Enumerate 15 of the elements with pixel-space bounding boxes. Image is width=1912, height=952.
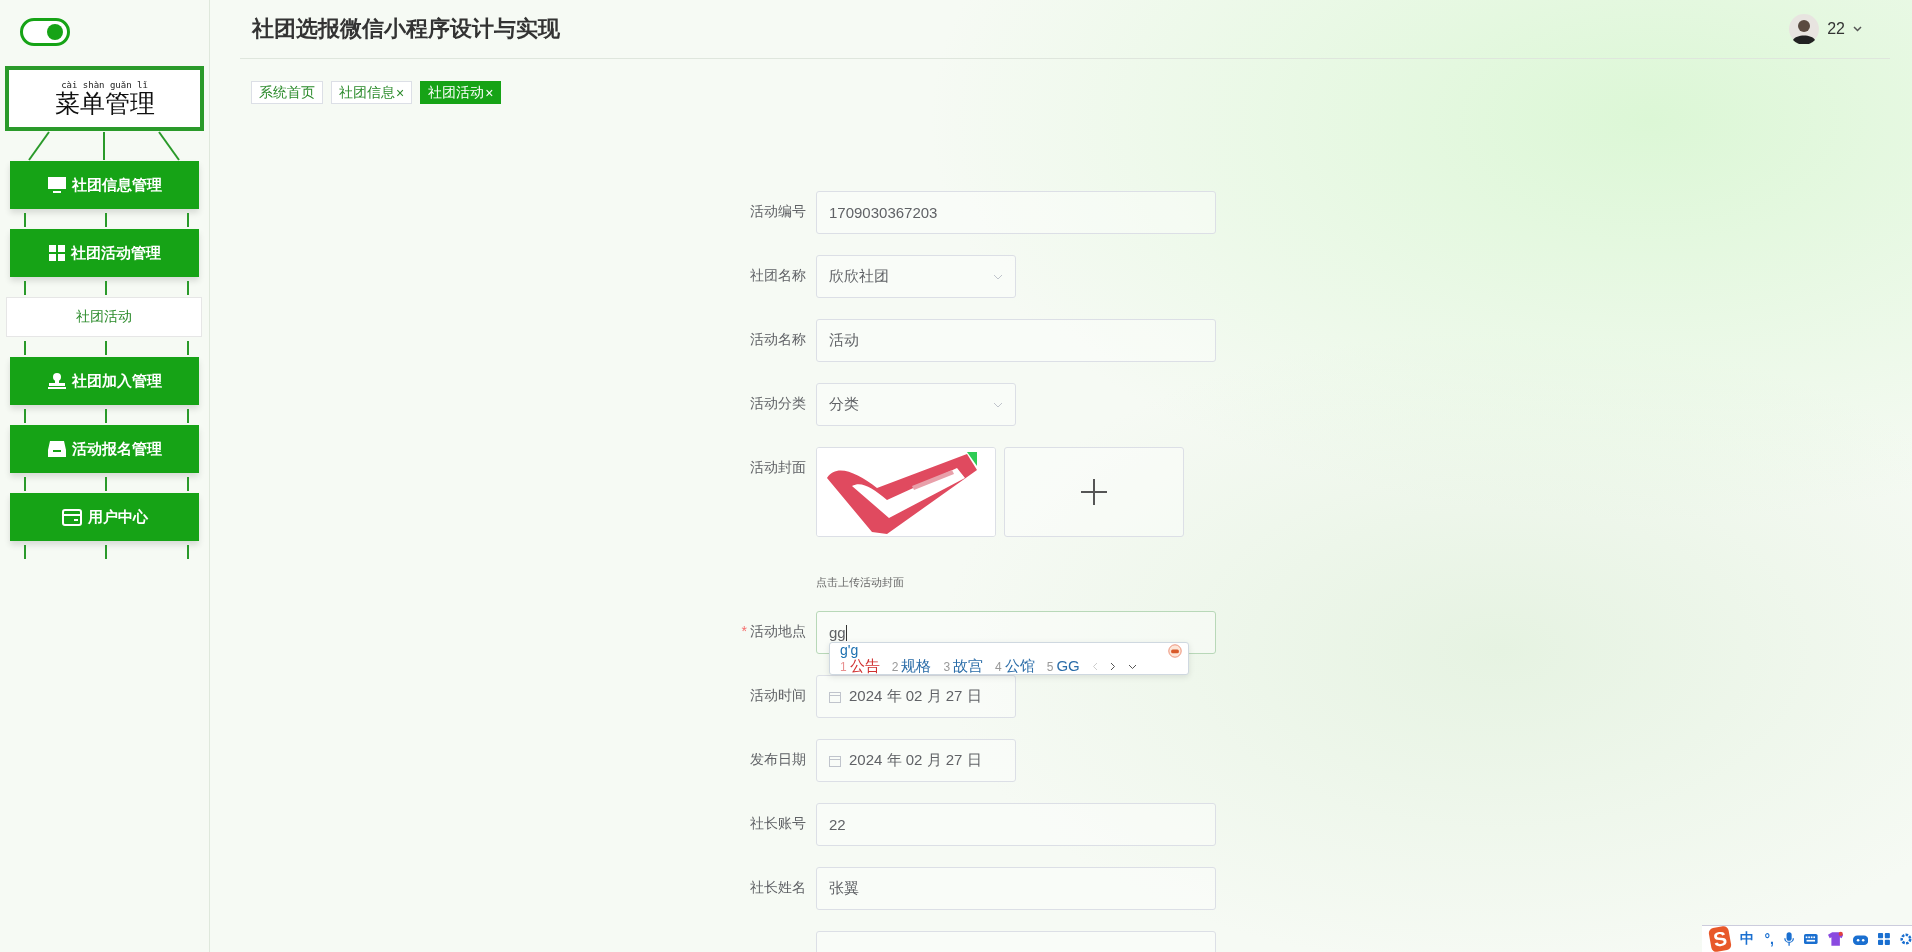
field-label: 社长账号 [750,815,806,833]
pinyin-text: cài shàn guǎn lǐ [61,79,148,90]
app-title: 社团选报微信小程序设计与实现 [252,15,560,43]
field-label: 活动时间 [750,687,806,705]
field-label: 社长姓名 [750,879,806,897]
menu-title: 菜单管理 [54,89,155,118]
field-label: 活动封面 [750,459,806,477]
required-mark: * [741,623,747,639]
field-label: 活动地点 [750,623,806,641]
field-label: 活动分类 [750,395,806,413]
upload-hint: 点击上传活动封面 [816,575,905,590]
field-label: 社团名称 [750,267,806,285]
field-label: 活动编号 [750,203,806,221]
field-label: 活动名称 [750,331,806,349]
field-label: 发布日期 [750,751,806,769]
